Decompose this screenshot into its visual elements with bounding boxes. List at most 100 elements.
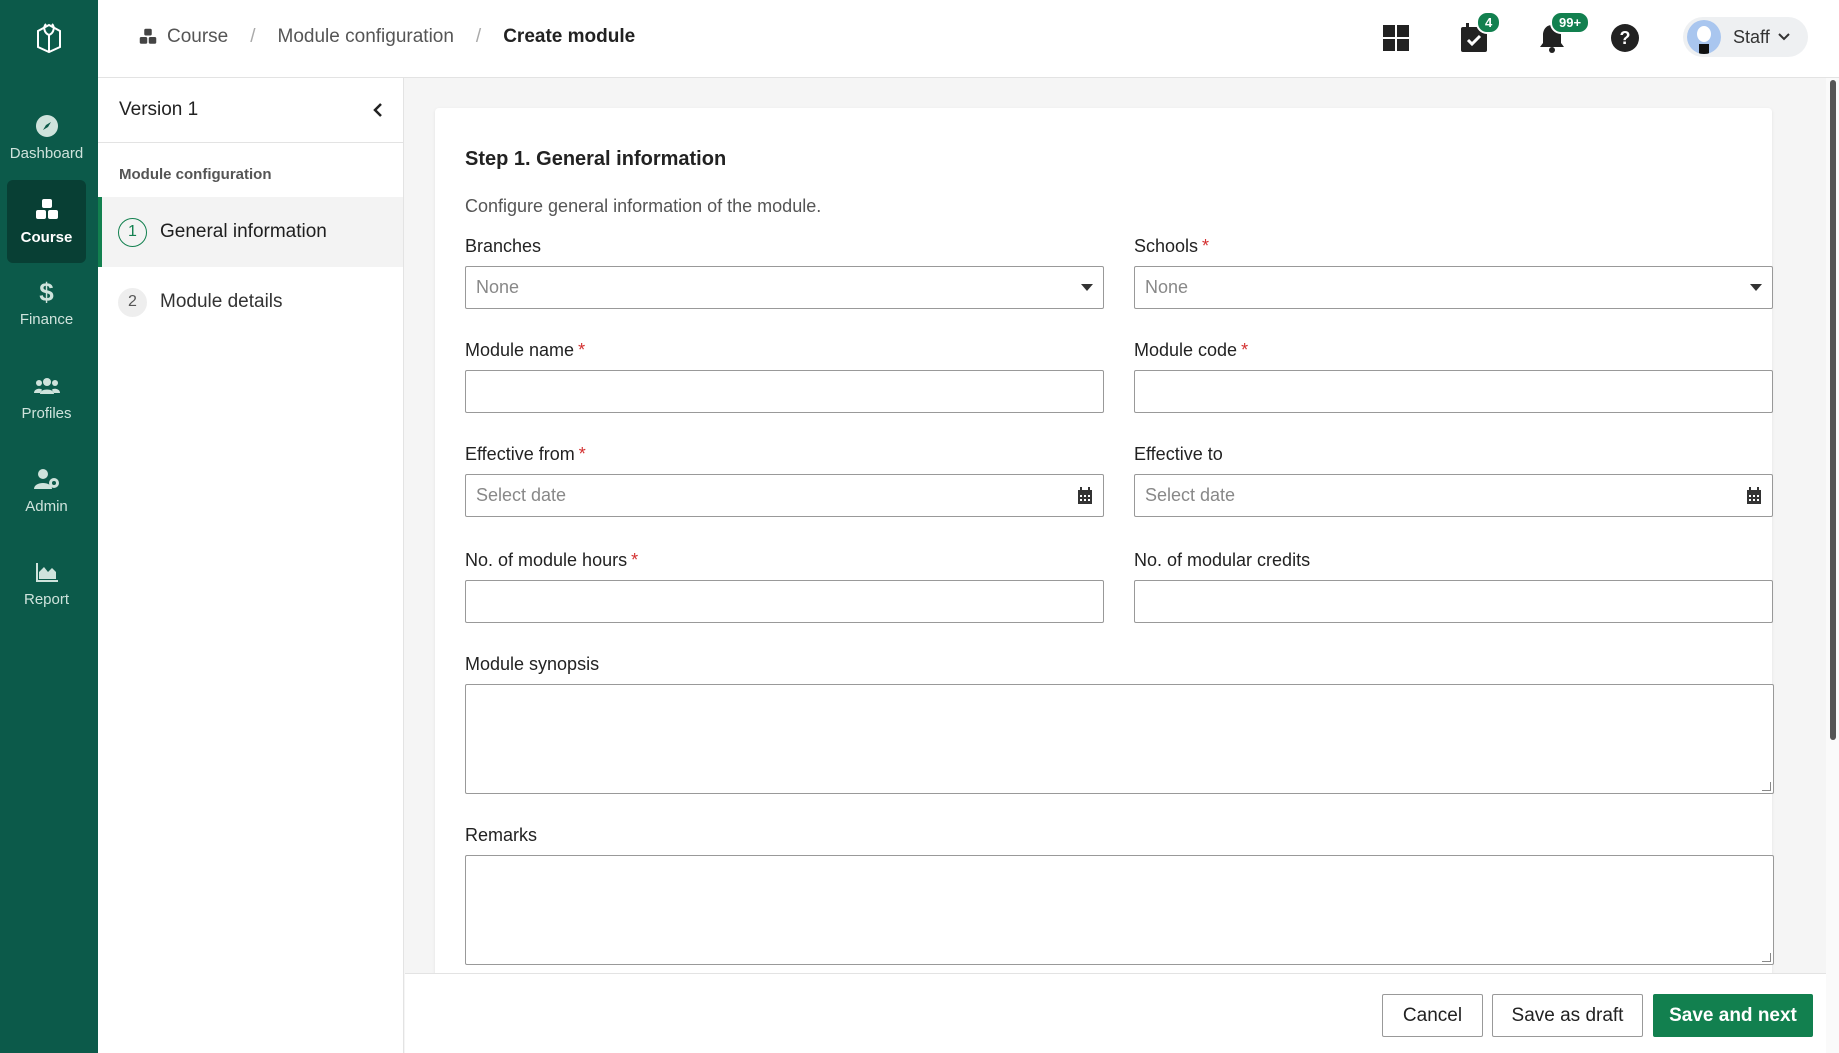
branches-select[interactable]: None (465, 266, 1104, 309)
user-cog-icon (33, 466, 60, 492)
nav-admin[interactable]: Admin (7, 449, 86, 532)
effective-to-field: Effective to Select date (1134, 444, 1773, 517)
effective-from-placeholder: Select date (476, 485, 567, 505)
module-name-field: Module name * (465, 340, 1104, 413)
breadcrumb-course[interactable]: Course (138, 26, 228, 48)
schools-label: Schools * (1134, 236, 1210, 256)
module-synopsis-label: Module synopsis (465, 654, 600, 674)
remarks-field: Remarks (465, 825, 1774, 965)
area-chart-icon (34, 559, 60, 585)
nav-profiles-label: Profiles (21, 405, 72, 422)
nav-finance-label: Finance (19, 311, 74, 328)
nav-dashboard[interactable]: Dashboard (7, 96, 86, 179)
module-name-input[interactable] (465, 370, 1104, 413)
notification-badge: 99+ (1550, 11, 1591, 34)
caret-down-icon (1750, 284, 1762, 291)
main-content: Step 1. General information Configure ge… (405, 78, 1826, 973)
effective-to-label: Effective to (1134, 444, 1223, 464)
nav-course-label: Course (20, 229, 73, 246)
cubes-icon (34, 197, 60, 223)
top-header: Course / Module configuration / Create m… (98, 0, 1839, 78)
schools-value: None (1145, 277, 1189, 297)
svg-text:?: ? (1620, 28, 1631, 48)
branches-value: None (476, 277, 520, 297)
avatar (1687, 20, 1721, 54)
calendar-icon (1747, 486, 1761, 504)
module-synopsis-field: Module synopsis (465, 654, 1774, 794)
module-name-label: Module name * (465, 340, 586, 360)
modular-credits-input[interactable] (1134, 580, 1773, 623)
leaf-book-icon (37, 22, 61, 53)
breadcrumb-course-label: Course (167, 26, 229, 47)
users-icon (33, 373, 60, 399)
chevron-down-icon (1777, 33, 1790, 41)
modular-credits-field: No. of modular credits (1134, 550, 1773, 623)
effective-to-datepicker[interactable]: Select date (1134, 474, 1773, 517)
breadcrumb: Course / Module configuration / Create m… (138, 26, 635, 48)
form-title: Step 1. General information (465, 148, 727, 170)
nav-course[interactable]: Course (7, 180, 86, 263)
form-description: Configure general information of the mod… (465, 196, 822, 216)
save-as-draft-button[interactable]: Save as draft (1492, 994, 1643, 1037)
remarks-textarea[interactable] (465, 855, 1774, 965)
nav-profiles[interactable]: Profiles (7, 356, 86, 439)
modular-credits-label: No. of modular credits (1134, 550, 1311, 570)
cancel-button[interactable]: Cancel (1382, 994, 1483, 1037)
module-code-label: Module code * (1134, 340, 1249, 360)
grid-icon (1383, 25, 1409, 51)
schools-field: Schools * None (1134, 236, 1773, 309)
calendar-badge: 4 (1476, 11, 1502, 34)
branches-label: Branches (465, 236, 542, 256)
scrollbar[interactable] (1826, 78, 1839, 1053)
required-mark: * (578, 340, 586, 360)
required-mark: * (1202, 236, 1210, 256)
module-code-input[interactable] (1134, 370, 1773, 413)
cubes-icon (139, 28, 157, 44)
step-number: 1 (118, 217, 147, 247)
required-mark: * (1241, 340, 1249, 360)
step-general-information[interactable]: 1 General information (98, 197, 403, 267)
chevron-left-icon[interactable] (373, 102, 383, 118)
breadcrumb-current: Create module (503, 26, 636, 47)
step-number: 2 (118, 287, 147, 317)
step-label: General information (160, 221, 327, 242)
steps-panel: Version 1 Module configuration 1 General… (98, 78, 404, 1053)
effective-to-placeholder: Select date (1145, 485, 1236, 505)
version-header: Version 1 (98, 78, 403, 143)
module-hours-field: No. of module hours * (465, 550, 1104, 623)
nav-finance[interactable]: $ Finance (7, 262, 86, 345)
breadcrumb-separator: / (475, 26, 482, 47)
scrollbar-thumb[interactable] (1830, 80, 1836, 740)
user-label: Staff (1733, 26, 1770, 47)
branches-field: Branches None (465, 236, 1104, 309)
compass-icon (34, 113, 60, 139)
effective-from-datepicker[interactable]: Select date (465, 474, 1104, 517)
module-hours-label: No. of module hours * (465, 550, 639, 570)
apps-grid-button[interactable] (1376, 18, 1416, 58)
module-synopsis-textarea[interactable] (465, 684, 1774, 794)
save-and-next-button[interactable]: Save and next (1653, 994, 1813, 1037)
breadcrumb-module-configuration[interactable]: Module configuration (278, 26, 454, 48)
module-code-field: Module code * (1134, 340, 1773, 413)
help-button[interactable]: ? (1605, 18, 1645, 58)
module-hours-input[interactable] (465, 580, 1104, 623)
step-label: Module details (160, 291, 283, 312)
dollar-icon: $ (39, 276, 54, 307)
step-module-details[interactable]: 2 Module details (98, 267, 403, 337)
section-label: Module configuration (119, 166, 272, 183)
nav-report-label: Report (23, 591, 70, 608)
version-label: Version 1 (119, 99, 199, 120)
caret-down-icon (1081, 284, 1093, 291)
calendar-tasks-button[interactable]: 4 (1454, 11, 1502, 58)
nav-admin-label: Admin (25, 498, 68, 515)
effective-from-label: Effective from * (465, 444, 586, 464)
schools-select[interactable]: None (1134, 266, 1773, 309)
user-menu-button[interactable]: Staff (1683, 17, 1808, 57)
nav-report[interactable]: Report (7, 542, 86, 625)
calendar-icon (1078, 486, 1092, 504)
breadcrumb-separator: / (250, 26, 256, 47)
side-navigation: Dashboard Course $ Finance Profiles Admi… (0, 0, 98, 1053)
notifications-button[interactable]: 99+ (1532, 11, 1591, 58)
remarks-label: Remarks (465, 825, 538, 845)
app-logo[interactable] (0, 10, 98, 65)
